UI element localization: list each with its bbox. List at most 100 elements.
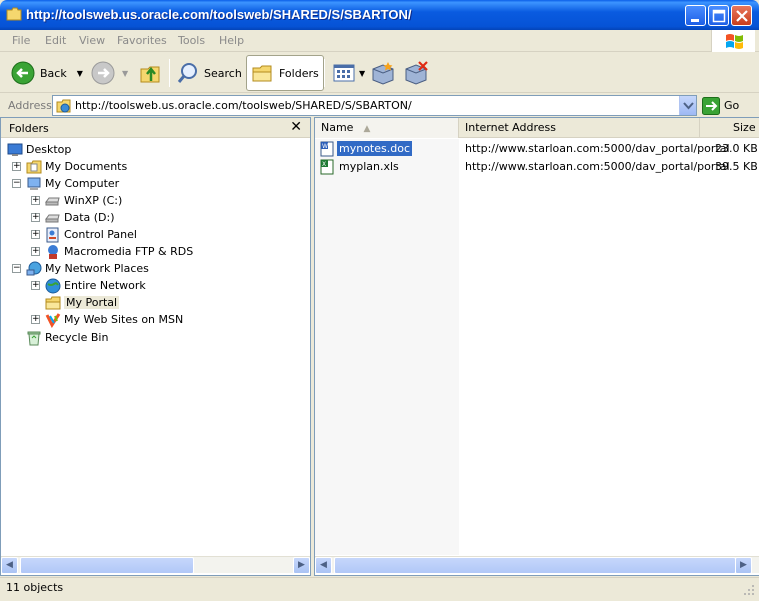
file-internet-address: http://www.starloan.com:5000/dav_portal/… xyxy=(465,142,730,155)
scroll-right-icon[interactable]: ▶ xyxy=(735,557,752,574)
close-button[interactable] xyxy=(731,5,752,26)
menu-file[interactable]: File xyxy=(12,34,30,47)
tree-item-my-network-places[interactable]: My Network Places xyxy=(26,260,149,277)
up-folder-button[interactable] xyxy=(139,55,163,91)
menu-help[interactable]: Help xyxy=(219,34,244,47)
collapse-icon[interactable]: − xyxy=(12,179,21,188)
svg-text:X: X xyxy=(322,161,326,168)
desktop-icon xyxy=(7,143,23,156)
menu-edit[interactable]: Edit xyxy=(45,34,66,47)
menu-favorites[interactable]: Favorites xyxy=(117,34,167,47)
disconnect-network-drive-icon xyxy=(405,61,428,85)
toolbar-separator xyxy=(169,59,170,87)
map-drive-button[interactable] xyxy=(370,55,396,91)
file-name-cell[interactable]: W mynotes.doc xyxy=(319,140,412,157)
views-icon xyxy=(333,64,355,82)
maximize-button[interactable] xyxy=(708,5,729,26)
expand-icon[interactable]: + xyxy=(31,315,40,324)
toolbar: Back ▼ ▼ Search Folders ▼ xyxy=(0,53,759,93)
tree-item-recycle-bin[interactable]: Recycle Bin xyxy=(26,329,108,346)
folders-pane-header: Folders ✕ xyxy=(1,118,310,138)
disconnect-drive-button[interactable] xyxy=(403,55,429,91)
tree-item-my-portal[interactable]: My Portal xyxy=(45,294,120,311)
column-header-size[interactable]: Size xyxy=(700,118,759,138)
go-button[interactable]: Go xyxy=(702,95,739,116)
column-header-name[interactable]: Name ▲ xyxy=(315,118,459,138)
globe-icon xyxy=(45,278,61,293)
folder-icon xyxy=(6,7,22,21)
tree-item-desktop[interactable]: Desktop xyxy=(7,141,71,158)
title-bar[interactable]: http://toolsweb.us.oracle.com/toolsweb/S… xyxy=(0,0,759,30)
tree-item-control-panel[interactable]: Control Panel xyxy=(45,226,137,243)
menu-tools[interactable]: Tools xyxy=(178,34,205,47)
folders-button[interactable]: Folders xyxy=(246,55,324,91)
chevron-down-icon xyxy=(683,102,694,110)
back-dropdown-icon[interactable]: ▼ xyxy=(77,69,83,78)
tree-item-entire-network[interactable]: Entire Network xyxy=(45,277,146,294)
close-icon xyxy=(736,10,748,22)
up-folder-icon xyxy=(140,66,160,83)
status-bar: 11 objects xyxy=(0,577,759,601)
tree-item-my-computer[interactable]: My Computer xyxy=(26,175,119,192)
file-size: 23.0 KB xyxy=(715,142,758,155)
expand-icon[interactable]: + xyxy=(31,247,40,256)
scrollbar-thumb[interactable] xyxy=(334,557,736,574)
address-dropdown-button[interactable] xyxy=(679,96,696,115)
folders-icon xyxy=(252,65,272,82)
forward-button[interactable]: ▼ xyxy=(90,55,128,91)
expand-icon[interactable]: + xyxy=(31,196,40,205)
folder-tree: Desktop + My Documents − My Computer + W… xyxy=(1,140,310,556)
folders-pane-title: Folders xyxy=(9,122,49,135)
column-header-internet-address[interactable]: Internet Address xyxy=(459,118,700,138)
tree-item-label: Recycle Bin xyxy=(45,331,109,344)
windows-flag-icon xyxy=(726,34,743,49)
tree-item-data-d[interactable]: Data (D:) xyxy=(45,209,115,226)
scroll-right-icon[interactable]: ▶ xyxy=(293,557,310,574)
minimize-button[interactable] xyxy=(685,5,706,26)
scroll-left-icon[interactable]: ◀ xyxy=(1,557,18,574)
name-column-background xyxy=(315,139,459,555)
expand-icon[interactable]: + xyxy=(12,162,21,171)
expand-icon[interactable]: + xyxy=(31,230,40,239)
expand-icon[interactable]: + xyxy=(31,281,40,290)
control-panel-icon xyxy=(46,227,59,242)
forward-dropdown-icon[interactable]: ▼ xyxy=(122,69,128,78)
portal-folder-icon xyxy=(45,296,61,309)
views-dropdown-icon[interactable]: ▼ xyxy=(359,69,365,78)
address-input[interactable]: http://toolsweb.us.oracle.com/toolsweb/S… xyxy=(52,95,697,116)
tree-item-label: My Computer xyxy=(45,177,120,190)
file-name: mynotes.doc xyxy=(337,141,412,156)
collapse-icon[interactable]: − xyxy=(12,264,21,273)
folders-horizontal-scrollbar[interactable]: ◀ ▶ xyxy=(1,556,310,574)
tree-item-my-web-sites-on-msn[interactable]: My Web Sites on MSN xyxy=(45,311,183,328)
back-button[interactable]: Back ▼ xyxy=(10,55,83,91)
hard-drive-icon xyxy=(45,214,60,222)
file-row[interactable]: W mynotes.doc http://www.starloan.com:50… xyxy=(315,140,759,157)
forward-arrow-icon xyxy=(91,61,115,85)
resize-grip-icon[interactable] xyxy=(743,584,755,596)
map-network-drive-icon xyxy=(372,62,394,85)
search-button[interactable]: Search xyxy=(176,55,242,91)
minimize-icon xyxy=(691,19,699,22)
folders-pane-close-icon[interactable]: ✕ xyxy=(290,119,302,135)
windows-logo xyxy=(711,30,755,52)
network-places-icon xyxy=(26,261,42,275)
scroll-left-icon[interactable]: ◀ xyxy=(315,557,332,574)
go-arrow-icon xyxy=(702,96,720,115)
file-list-horizontal-scrollbar[interactable]: ◀ ▶ xyxy=(315,556,759,574)
window-title: http://toolsweb.us.oracle.com/toolsweb/S… xyxy=(26,7,412,22)
menu-view[interactable]: View xyxy=(79,34,105,47)
back-arrow-icon xyxy=(11,61,35,85)
file-name-cell[interactable]: X myplan.xls xyxy=(319,158,401,175)
sort-ascending-icon: ▲ xyxy=(363,124,371,134)
status-object-count: 11 objects xyxy=(6,581,64,594)
expand-icon[interactable]: + xyxy=(31,213,40,222)
address-bar: Address http://toolsweb.us.oracle.com/to… xyxy=(0,94,759,117)
explorer-window: http://toolsweb.us.oracle.com/toolsweb/S… xyxy=(0,0,759,601)
tree-item-macromedia-ftp-rds[interactable]: Macromedia FTP & RDS xyxy=(45,243,193,260)
tree-item-my-documents[interactable]: My Documents xyxy=(26,158,127,175)
views-button[interactable]: ▼ xyxy=(332,55,365,91)
tree-item-winxp-c[interactable]: WinXP (C:) xyxy=(45,192,122,209)
scrollbar-thumb[interactable] xyxy=(20,557,194,574)
file-row[interactable]: X myplan.xls http://www.starloan.com:500… xyxy=(315,158,759,175)
